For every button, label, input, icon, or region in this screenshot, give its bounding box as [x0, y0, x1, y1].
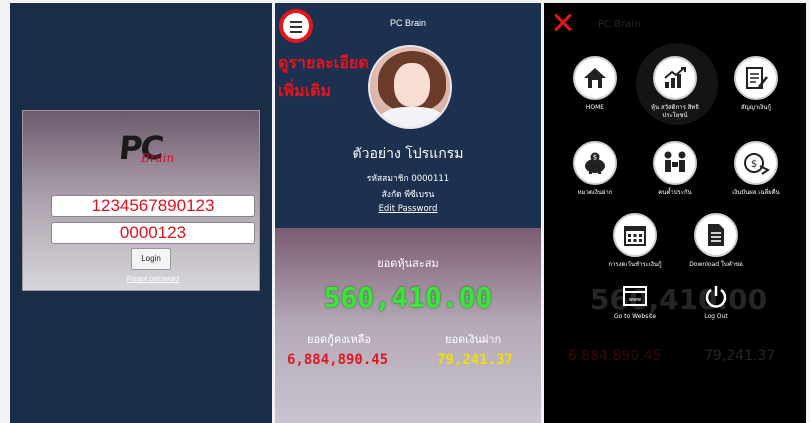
annotation-text-2: เพิ่มเติม	[278, 81, 331, 100]
login-screen: PC Brain 1234567890123 0000123 Login For…	[10, 3, 272, 423]
profile-screen: PC Brain ดูรายละเอียด เพิ่มเติม ตัวอย่าง…	[275, 3, 541, 423]
website-icon: www	[620, 283, 650, 309]
menu-item-download-form[interactable]: Download ใบคำขอ	[681, 213, 751, 269]
power-icon	[701, 283, 731, 309]
chart-icon	[653, 56, 697, 100]
deposit-value: 79,241.37	[437, 352, 513, 368]
member-affiliation: สังกัด พีซีเบรน	[381, 190, 435, 200]
ghost-title: PC Brain	[598, 19, 641, 30]
svg-text:$: $	[593, 154, 597, 162]
menu-item-dividend[interactable]: $ เงินปันผล เฉลี่ยคืน	[721, 141, 791, 197]
menu-item-shares[interactable]: หุ้น สวัสดิการ สิทธิประโยชน์	[640, 56, 710, 120]
login-button[interactable]: Login	[131, 248, 171, 270]
menu-item-guarantor[interactable]: คนค้ำประกัน	[640, 141, 710, 197]
annotation-text-1: ดูรายละเอียด	[278, 53, 369, 72]
shares-value: 560,410.00	[323, 281, 493, 314]
login-card: PC Brain 1234567890123 0000123 Login For…	[22, 110, 260, 291]
contract-icon	[734, 56, 778, 100]
loan-value: 6,884,890.45	[287, 352, 389, 368]
home-icon	[573, 56, 617, 100]
menu-item-logout[interactable]: Log Out	[681, 283, 751, 321]
loan-label: ยอดกู้คงเหลือ	[307, 333, 371, 346]
beneficiary-icon	[653, 141, 697, 185]
password-input[interactable]: 0000123	[51, 222, 255, 244]
menu-screen: PC Brain 560,410.00 6,884,890.45 79,241.…	[544, 3, 806, 423]
document-icon	[694, 213, 738, 257]
menu-item-payment-holiday[interactable]: การงดเว้นชำระเงินกู้	[600, 213, 670, 269]
member-code: รหัสสมาชิก 0000111	[366, 174, 450, 184]
member-id-input[interactable]: 1234567890123	[51, 195, 255, 217]
menu-item-home[interactable]: HOME	[560, 56, 630, 112]
ghost-deposit-value: 79,241.37	[704, 348, 776, 364]
menu-item-loan-contract[interactable]: สัญญาเงินกู้	[721, 56, 791, 112]
close-icon[interactable]	[552, 11, 574, 33]
svg-text:www: www	[629, 297, 641, 303]
edit-password-link[interactable]: Edit Password	[275, 204, 541, 214]
calendar-icon	[613, 213, 657, 257]
shares-label: ยอดหุ้นสะสม	[377, 257, 439, 270]
app-title: PC Brain	[389, 18, 426, 28]
dividend-icon: $	[734, 141, 778, 185]
forgot-password-link[interactable]: Forgot password	[83, 276, 223, 283]
pc-brain-logo: PC Brain	[117, 129, 175, 167]
menu-item-deposit[interactable]: $ หมวดเงินฝาก	[560, 141, 630, 197]
ghost-loan-value: 6,884,890.45	[568, 348, 662, 364]
menu-item-website[interactable]: www Go to Website	[600, 283, 670, 321]
avatar	[368, 45, 452, 129]
member-name: ตัวอย่าง โปรแกรม	[352, 146, 464, 162]
piggy-bank-icon: $	[573, 141, 617, 185]
deposit-label: ยอดเงินฝาก	[445, 333, 502, 346]
svg-text:$: $	[751, 159, 757, 170]
